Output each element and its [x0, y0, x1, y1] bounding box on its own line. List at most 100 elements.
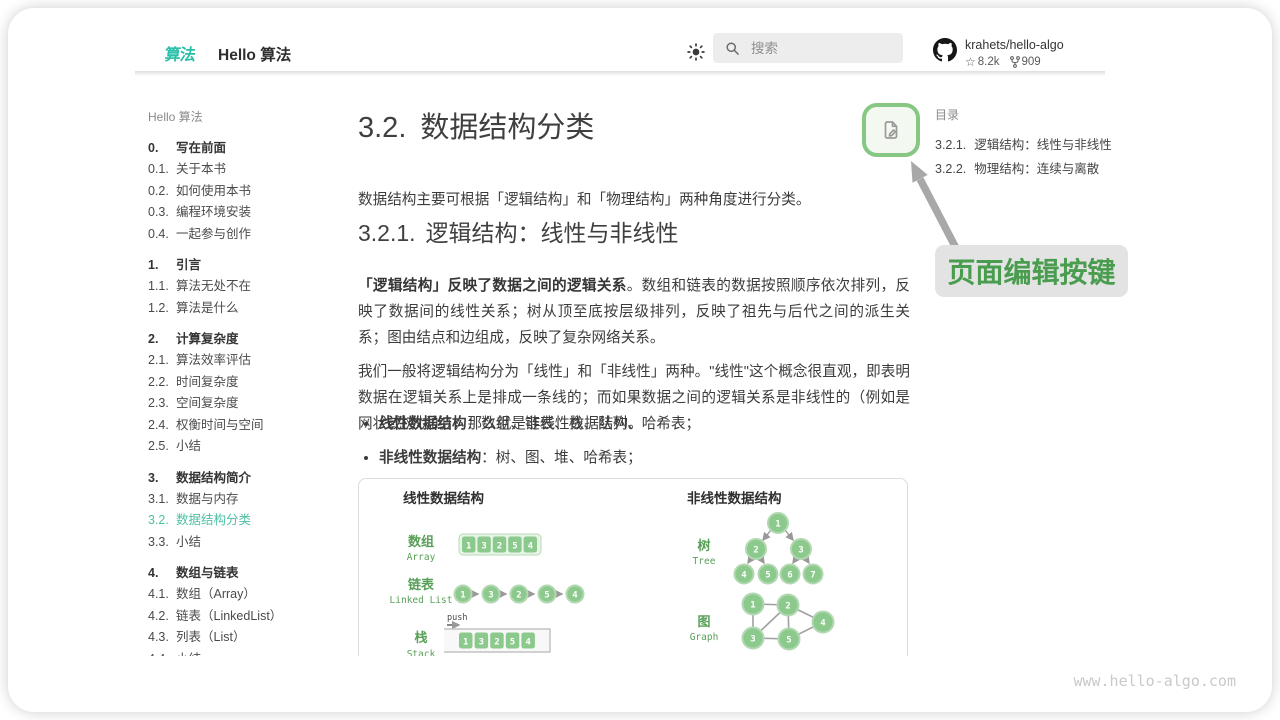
site-title[interactable]: Hello 算法 [218, 43, 291, 65]
sidebar-item-4-1[interactable]: 4.1. 数组（Array） [148, 584, 354, 606]
intro-paragraph: 数据结构主要可根据「逻辑结构」和「物理结构」两种角度进行分类。 [358, 187, 910, 213]
sidebar-item-4-3[interactable]: 4.3. 列表（List） [148, 627, 354, 649]
theme-toggle-button[interactable] [686, 42, 706, 62]
sidebar-item-4-4[interactable]: 4.4. 小结 [148, 649, 354, 657]
sidebar-item-intro[interactable]: 1. 引言 [148, 254, 354, 276]
sidebar-item-3-1[interactable]: 3.1. 数据与内存 [148, 489, 354, 511]
figure-left-title: 线性数据结构 [403, 490, 484, 506]
svg-text:4: 4 [525, 638, 531, 648]
graph-diagram: 图 Graph 1 [690, 594, 834, 650]
page-title: 3.2.数据结构分类 [358, 104, 910, 146]
sidebar-nav: Hello 算法 0. 写在前面 0.1. 关于本书 0.2. 如何使用本书 0… [148, 107, 354, 656]
sidebar-item-preface[interactable]: 0. 写在前面 [148, 137, 354, 159]
stack-diagram: 栈 Stack push 1 3 2 5 4 [407, 613, 550, 656]
sidebar-item-2-1[interactable]: 2.1. 算法效率评估 [148, 350, 354, 372]
sidebar-item-4-2[interactable]: 4.2. 链表（LinkedList） [148, 606, 354, 628]
svg-text:1: 1 [463, 638, 468, 648]
header-divider [135, 71, 1105, 76]
svg-text:Linked List: Linked List [390, 595, 453, 606]
sidebar-item-2-5[interactable]: 2.5. 小结 [148, 436, 354, 458]
sidebar-item-1-2[interactable]: 1.2. 算法是什么 [148, 298, 354, 320]
github-repo-link[interactable]: krahets/hello-algo ☆ 8.2k 909 [933, 38, 1064, 69]
list-item-linear: 线性数据结构：数组、链表、栈、队列、哈希表； [379, 414, 910, 435]
sidebar-item-complexity[interactable]: 2. 计算复杂度 [148, 328, 354, 350]
svg-text:树: 树 [697, 538, 710, 553]
svg-text:2: 2 [785, 602, 790, 612]
toc-title: 目录 [935, 106, 1115, 123]
annotation-label: 页面编辑按键 [935, 245, 1128, 297]
tree-diagram: 树 Tree 1 2 3 [693, 513, 823, 584]
sidebar-group-1: 1. 引言 1.1. 算法无处不在 1.2. 算法是什么 [148, 254, 354, 319]
sidebar-item-3-3[interactable]: 3.3. 小结 [148, 532, 354, 554]
svg-text:5: 5 [512, 542, 517, 552]
svg-text:6: 6 [787, 571, 792, 581]
sidebar-group-2: 2. 计算复杂度 2.1. 算法效率评估 2.2. 时间复杂度 2.3. 空间复… [148, 328, 354, 458]
svg-text:2: 2 [494, 638, 499, 648]
toc-item-logical[interactable]: 3.2.1. 逻辑结构：线性与非线性 [935, 133, 1115, 157]
sun-icon [686, 42, 706, 62]
svg-text:4: 4 [528, 542, 534, 552]
svg-text:链表: 链表 [407, 577, 435, 592]
fork-icon [1010, 56, 1020, 68]
repo-stars: 8.2k [978, 56, 1000, 68]
sidebar-group-4: 4. 数组与链表 4.1. 数组（Array） 4.2. 链表（LinkedLi… [148, 562, 354, 656]
svg-text:4: 4 [572, 591, 578, 601]
svg-text:Array: Array [407, 552, 436, 563]
sidebar-item-0-2[interactable]: 0.2. 如何使用本书 [148, 181, 354, 203]
sidebar-item-0-3[interactable]: 0.3. 编程环境安装 [148, 202, 354, 224]
svg-text:2: 2 [516, 591, 521, 601]
svg-text:图: 图 [697, 614, 710, 629]
svg-text:7: 7 [810, 571, 815, 581]
svg-text:5: 5 [786, 636, 791, 646]
sidebar-item-root[interactable]: Hello 算法 [148, 107, 354, 127]
svg-text:3: 3 [481, 542, 486, 552]
search-box[interactable] [713, 33, 903, 63]
linked-list-diagram: 链表 Linked List 1 3 2 5 4 [390, 577, 584, 606]
svg-text:栈: 栈 [414, 630, 427, 645]
sidebar-group-3: 3. 数据结构简介 3.1. 数据与内存 3.2. 数据结构分类 3.3. 小结 [148, 467, 354, 554]
paragraph-logical-structure: 「逻辑结构」反映了数据之间的逻辑关系。数组和链表的数据按照顺序依次排列，反映了数… [358, 273, 910, 351]
svg-text:5: 5 [544, 591, 549, 601]
sidebar-item-3-2-active[interactable]: 3.2. 数据结构分类 [148, 510, 354, 532]
sidebar-item-0-4[interactable]: 0.4. 一起参与创作 [148, 224, 354, 246]
sidebar-item-datastructures[interactable]: 3. 数据结构简介 [148, 467, 354, 489]
sidebar-item-2-3[interactable]: 2.3. 空间复杂度 [148, 393, 354, 415]
svg-text:2: 2 [497, 542, 502, 552]
site-logo[interactable]: 算法 [164, 41, 197, 65]
svg-text:2: 2 [753, 546, 758, 556]
page-edit-button[interactable] [862, 103, 920, 157]
sidebar-item-1-1[interactable]: 1.1. 算法无处不在 [148, 276, 354, 298]
svg-text:1: 1 [750, 601, 755, 611]
svg-text:Tree: Tree [693, 556, 716, 567]
sidebar-item-0-1[interactable]: 0.1. 关于本书 [148, 159, 354, 181]
svg-text:5: 5 [765, 571, 770, 581]
sidebar-group-0: 0. 写在前面 0.1. 关于本书 0.2. 如何使用本书 0.3. 编程环境安… [148, 137, 354, 245]
browser-viewport: 算法 Hello 算法 [8, 8, 1272, 656]
sidebar-item-2-2[interactable]: 2.2. 时间复杂度 [148, 372, 354, 394]
svg-text:5: 5 [510, 638, 515, 648]
svg-text:push: push [447, 613, 467, 623]
svg-text:4: 4 [820, 619, 826, 629]
sidebar-item-2-4[interactable]: 2.4. 权衡时间与空间 [148, 415, 354, 437]
list-item-nonlinear: 非线性数据结构：树、图、堆、哈希表； [379, 448, 910, 469]
svg-text:1: 1 [775, 520, 780, 530]
search-input[interactable] [749, 40, 903, 57]
svg-text:1: 1 [460, 591, 465, 601]
file-edit-icon [879, 118, 903, 142]
svg-text:3: 3 [798, 546, 803, 556]
svg-text:3: 3 [750, 635, 755, 645]
svg-text:4: 4 [741, 571, 747, 581]
svg-text:数组: 数组 [408, 534, 434, 549]
repo-name: krahets/hello-algo [965, 38, 1064, 53]
sidebar-item-array-linkedlist[interactable]: 4. 数组与链表 [148, 562, 354, 584]
array-diagram: 数组 Array 1 3 2 5 4 [407, 534, 541, 563]
repo-stats: ☆ 8.2k 909 [965, 55, 1064, 69]
annotation-arrow [903, 160, 973, 255]
svg-text:Stack: Stack [407, 649, 436, 656]
watermark: www.hello-algo.com [1073, 672, 1236, 690]
star-icon: ☆ [965, 55, 976, 69]
github-icon [933, 38, 957, 62]
svg-text:1: 1 [466, 542, 471, 552]
section-heading: 3.2.1.逻辑结构：线性与非线性 [358, 214, 910, 248]
svg-text:3: 3 [479, 638, 484, 648]
